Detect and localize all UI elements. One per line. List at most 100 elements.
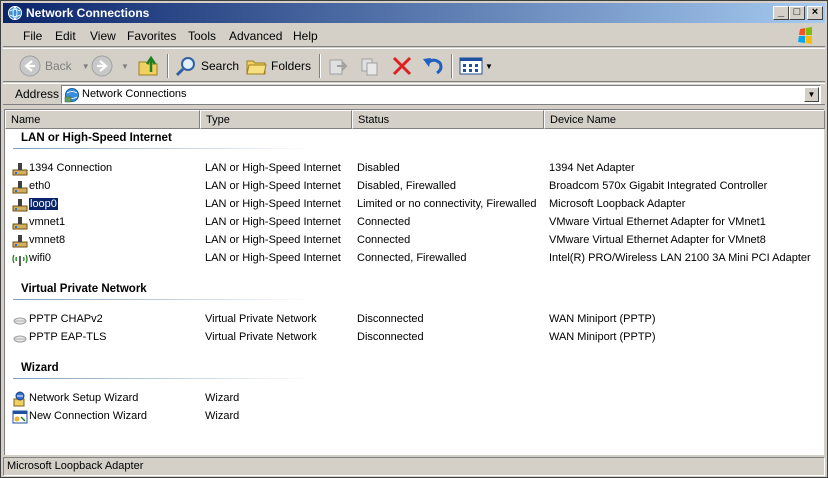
connection-device: Microsoft Loopback Adapter: [549, 198, 686, 210]
connection-name: New Connection Wizard: [29, 410, 147, 422]
network-globe-icon: [64, 88, 79, 103]
connection-type: LAN or High-Speed Internet: [205, 180, 341, 192]
menu-favorites[interactable]: Favorites: [127, 29, 176, 43]
connection-device: Broadcom 570x Gigabit Integrated Control…: [549, 180, 768, 192]
views-icon: [459, 57, 483, 75]
search-icon: [175, 57, 195, 77]
minimize-button[interactable]: _: [773, 6, 789, 20]
copy-to-button[interactable]: [359, 53, 381, 79]
menu-help[interactable]: Help: [293, 29, 318, 43]
menu-file[interactable]: File: [23, 29, 42, 43]
connection-type: LAN or High-Speed Internet: [205, 234, 341, 246]
address-bar: Address Network Connections ▼: [3, 83, 825, 105]
connection-status: Connected: [357, 234, 411, 246]
connection-device: Intel(R) PRO/Wireless LAN 2100 3A Mini P…: [549, 252, 811, 264]
address-input[interactable]: Network Connections ▼: [61, 85, 821, 104]
search-label: Search: [201, 59, 240, 73]
connection-status: Disabled, Firewalled: [357, 180, 457, 192]
menu-advanced[interactable]: Advanced: [229, 29, 282, 43]
list-item[interactable]: PPTP CHAPv2 Virtual Private Network Disc…: [5, 311, 825, 329]
lan-icon: [12, 235, 28, 248]
list-item[interactable]: New Connection Wizard Wizard: [5, 408, 825, 426]
list-header: Name Type Status Device Name: [5, 110, 825, 129]
connection-type: Wizard: [205, 410, 240, 422]
up-folder-button[interactable]: [137, 53, 161, 79]
list-item[interactable]: wifi0 LAN or High-Speed Internet Connect…: [5, 250, 825, 268]
group-divider: [13, 299, 313, 300]
connection-device: VMware Virtual Ethernet Adapter for VMne…: [549, 234, 766, 246]
connection-name: vmnet1: [29, 216, 66, 228]
connection-device: 1394 Net Adapter: [549, 162, 635, 174]
network-connections-window: Network Connections _ □ × File Edit View…: [0, 0, 828, 478]
list-item[interactable]: Network Setup Wizard Wizard: [5, 390, 825, 408]
column-header-device-name[interactable]: Device Name: [544, 110, 825, 129]
connection-type: Wizard: [205, 392, 240, 404]
menu-bar: File Edit View Favorites Tools Advanced …: [3, 25, 825, 47]
forward-button[interactable]: ▼: [91, 53, 129, 79]
address-label: Address: [15, 87, 60, 101]
back-dropdown-icon[interactable]: ▼: [82, 62, 90, 71]
vpn-icon: [13, 335, 27, 343]
list-item[interactable]: vmnet8 LAN or High-Speed Internet Connec…: [5, 232, 825, 250]
address-value: Network Connections: [82, 88, 187, 100]
up-folder-icon: [138, 55, 158, 76]
connection-name: wifi0: [29, 252, 52, 264]
forward-dropdown-icon[interactable]: ▼: [121, 62, 129, 71]
list-item[interactable]: vmnet1 LAN or High-Speed Internet Connec…: [5, 214, 825, 232]
network-globe-icon: [8, 6, 22, 20]
connection-name: Network Setup Wizard: [29, 392, 139, 404]
status-text: Microsoft Loopback Adapter: [7, 460, 144, 472]
list-item[interactable]: PPTP EAP-TLS Virtual Private Network Dis…: [5, 329, 825, 347]
search-button[interactable]: Search: [175, 53, 239, 79]
list-item[interactable]: eth0 LAN or High-Speed Internet Disabled…: [5, 178, 825, 196]
connection-name: eth0: [29, 180, 51, 192]
connections-list[interactable]: Name Type Status Device Name LAN or High…: [4, 109, 825, 455]
group-divider: [13, 148, 313, 149]
back-arrow-icon: [19, 55, 41, 77]
toolbar: Back ▼ ▼ Search Folders ▼: [3, 48, 825, 82]
list-item[interactable]: 1394 Connection LAN or High-Speed Intern…: [5, 160, 825, 178]
move-to-icon: [329, 59, 348, 75]
connection-status: Limited or no connectivity, Firewalled: [357, 198, 537, 210]
window-title: Network Connections: [26, 6, 150, 20]
connection-device: WAN Miniport (PPTP): [549, 313, 656, 325]
column-header-type[interactable]: Type: [200, 110, 352, 129]
menu-edit[interactable]: Edit: [55, 29, 76, 43]
maximize-button[interactable]: □: [789, 6, 805, 20]
move-to-button[interactable]: [327, 53, 349, 79]
group-divider: [13, 378, 313, 379]
group-title-vpn: Virtual Private Network: [21, 283, 147, 295]
folders-label: Folders: [271, 59, 312, 73]
connection-type: LAN or High-Speed Internet: [205, 198, 341, 210]
menu-view[interactable]: View: [90, 29, 116, 43]
connection-type: LAN or High-Speed Internet: [205, 252, 341, 264]
vpn-icon: [13, 317, 27, 325]
views-button[interactable]: ▼: [459, 53, 493, 79]
folders-icon: [246, 60, 267, 75]
close-button[interactable]: ×: [807, 6, 823, 20]
connection-status: Disconnected: [357, 313, 424, 325]
connection-status: Disconnected: [357, 331, 424, 343]
delete-x-icon: [392, 56, 412, 76]
address-dropdown-button[interactable]: ▼: [804, 87, 819, 102]
column-header-status[interactable]: Status: [352, 110, 544, 129]
title-bar[interactable]: Network Connections _ □ ×: [3, 3, 825, 23]
delete-button[interactable]: [391, 53, 413, 79]
folders-button[interactable]: Folders: [245, 53, 311, 79]
connection-name: PPTP EAP-TLS: [29, 331, 107, 343]
back-label: Back: [45, 59, 72, 73]
connection-name-selected: loop0: [28, 197, 59, 211]
undo-button[interactable]: [421, 53, 445, 79]
menu-tools[interactable]: Tools: [188, 29, 216, 43]
lan-icon: [12, 163, 28, 176]
list-item[interactable]: loop0 LAN or High-Speed Internet Limited…: [5, 196, 825, 214]
connection-status: Disabled: [357, 162, 400, 174]
toolbar-separator: [167, 54, 169, 78]
lan-icon: [12, 199, 28, 212]
connection-status: Connected, Firewalled: [357, 252, 467, 264]
views-dropdown-icon[interactable]: ▼: [485, 62, 493, 71]
status-bar: Microsoft Loopback Adapter: [3, 457, 825, 476]
lan-icon: [12, 181, 28, 194]
back-button[interactable]: Back ▼: [19, 53, 90, 79]
column-header-name[interactable]: Name: [5, 110, 200, 129]
